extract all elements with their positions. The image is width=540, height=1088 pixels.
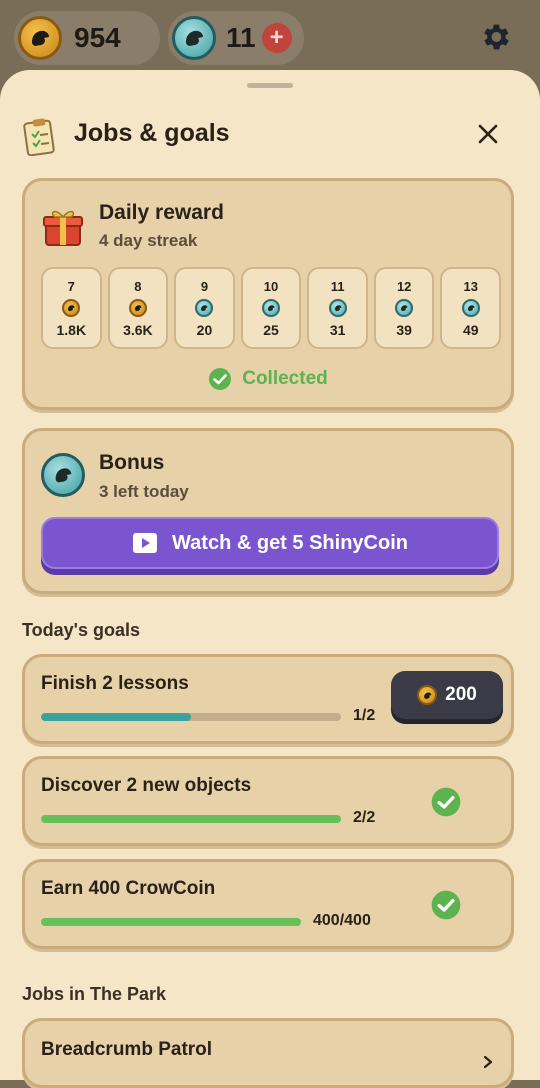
goals-section-title: Today's goals bbox=[22, 620, 140, 640]
shinycoin-icon bbox=[41, 453, 85, 497]
goal-progress-fill bbox=[41, 815, 341, 823]
reward-day: 10 25 bbox=[240, 267, 302, 349]
reward-day: 7 1.8K bbox=[41, 267, 102, 349]
watch-ad-label: Watch & get 5 ShinyCoin bbox=[172, 531, 408, 554]
top-bar: 954 11 + bbox=[0, 0, 540, 78]
jobs-section-title: Jobs in The Park bbox=[22, 984, 167, 1004]
reward-day: 11 31 bbox=[307, 267, 368, 349]
crowcoin-icon bbox=[18, 16, 62, 60]
goal-progress-text: 2/2 bbox=[353, 809, 376, 826]
bonus-title: Bonus bbox=[99, 451, 165, 474]
day-number: 7 bbox=[67, 279, 75, 294]
clipboard-icon bbox=[23, 118, 55, 156]
shinycoin-icon bbox=[461, 299, 480, 317]
daily-reward-card: Daily reward 4 day streak 7 1.8K 8 3.6K … bbox=[22, 178, 514, 410]
goal-item: Earn 400 CrowCoin 400/400 bbox=[22, 859, 514, 949]
day-amount: 49 bbox=[462, 322, 479, 338]
shinycoin-icon bbox=[195, 299, 214, 317]
day-amount: 1.8K bbox=[56, 322, 87, 338]
day-number: 8 bbox=[134, 279, 142, 294]
goal-progress-text: 400/400 bbox=[313, 912, 371, 929]
shinycoin-amount: 11 bbox=[226, 22, 256, 53]
reward-days: 7 1.8K 8 3.6K 9 20 10 25 11 31 12 39 13 … bbox=[41, 267, 502, 351]
goal-progress-bar bbox=[41, 815, 341, 823]
goal-progress-fill bbox=[41, 713, 191, 721]
crowcoin-icon bbox=[417, 685, 438, 705]
check-circle-icon bbox=[209, 368, 232, 390]
goal-progress-bar bbox=[41, 713, 341, 721]
job-item[interactable]: Breadcrumb Patrol bbox=[22, 1018, 514, 1088]
crowcoin-amount: 954 bbox=[74, 22, 121, 53]
gift-icon bbox=[43, 210, 83, 246]
day-number: 11 bbox=[330, 279, 345, 294]
reward-day: 8 3.6K bbox=[107, 267, 169, 349]
goal-progress-text: 1/2 bbox=[353, 707, 376, 724]
day-number: 10 bbox=[263, 279, 279, 294]
check-circle-icon bbox=[431, 787, 461, 817]
goal-progress-bar bbox=[41, 918, 301, 926]
day-amount: 25 bbox=[263, 322, 279, 338]
goal-title: Discover 2 new objects bbox=[41, 775, 252, 796]
streak-text: 4 day streak bbox=[99, 231, 198, 250]
jobs-goals-sheet: Jobs & goals Daily reward 4 day streak 7… bbox=[0, 70, 540, 1088]
day-amount: 3.6K bbox=[123, 322, 153, 338]
goal-progress-fill bbox=[41, 918, 301, 926]
shinycoin-icon bbox=[328, 299, 347, 317]
bonus-subtitle: 3 left today bbox=[99, 482, 189, 501]
day-number: 13 bbox=[463, 279, 478, 294]
close-icon[interactable] bbox=[476, 122, 500, 146]
page-title: Jobs & goals bbox=[74, 119, 230, 147]
sheet-header: Jobs & goals bbox=[22, 116, 518, 156]
shinycoin-balance[interactable]: 11 + bbox=[168, 11, 304, 65]
goal-item: Discover 2 new objects 2/2 bbox=[22, 756, 514, 846]
day-amount: 31 bbox=[329, 322, 346, 338]
goal-title: Earn 400 CrowCoin bbox=[41, 878, 216, 899]
drag-handle[interactable] bbox=[247, 83, 293, 88]
shinycoin-icon bbox=[262, 299, 281, 317]
bonus-card: Bonus 3 left today Watch & get 5 ShinyCo… bbox=[22, 428, 514, 594]
goal-title: Finish 2 lessons bbox=[41, 673, 189, 694]
check-circle-icon bbox=[431, 890, 461, 920]
reward-day: 12 39 bbox=[373, 267, 435, 349]
collected-status: Collected bbox=[25, 367, 511, 391]
daily-reward-title: Daily reward bbox=[99, 201, 224, 224]
day-number: 9 bbox=[200, 279, 209, 294]
job-title: Breadcrumb Patrol bbox=[41, 1039, 213, 1060]
day-amount: 20 bbox=[196, 322, 213, 338]
day-amount: 39 bbox=[396, 322, 412, 338]
reward-day: 9 20 bbox=[174, 267, 235, 349]
shinycoin-icon bbox=[172, 16, 216, 60]
claim-reward-button[interactable]: 200 bbox=[391, 671, 503, 719]
reward-day: 13 49 bbox=[440, 267, 502, 349]
goal-item: Finish 2 lessons 1/2 200 bbox=[22, 654, 514, 744]
watch-ad-button[interactable]: Watch & get 5 ShinyCoin bbox=[41, 517, 499, 569]
crowcoin-balance[interactable]: 954 bbox=[14, 11, 160, 65]
play-video-icon bbox=[133, 533, 158, 553]
reward-amount: 200 bbox=[445, 684, 477, 705]
add-shinycoin-button[interactable]: + bbox=[261, 23, 292, 53]
collected-label: Collected bbox=[242, 368, 328, 389]
crowcoin-icon bbox=[62, 299, 81, 317]
day-number: 12 bbox=[396, 279, 412, 294]
gear-icon[interactable] bbox=[478, 20, 512, 54]
crowcoin-icon bbox=[128, 299, 147, 317]
shinycoin-icon bbox=[395, 299, 414, 317]
